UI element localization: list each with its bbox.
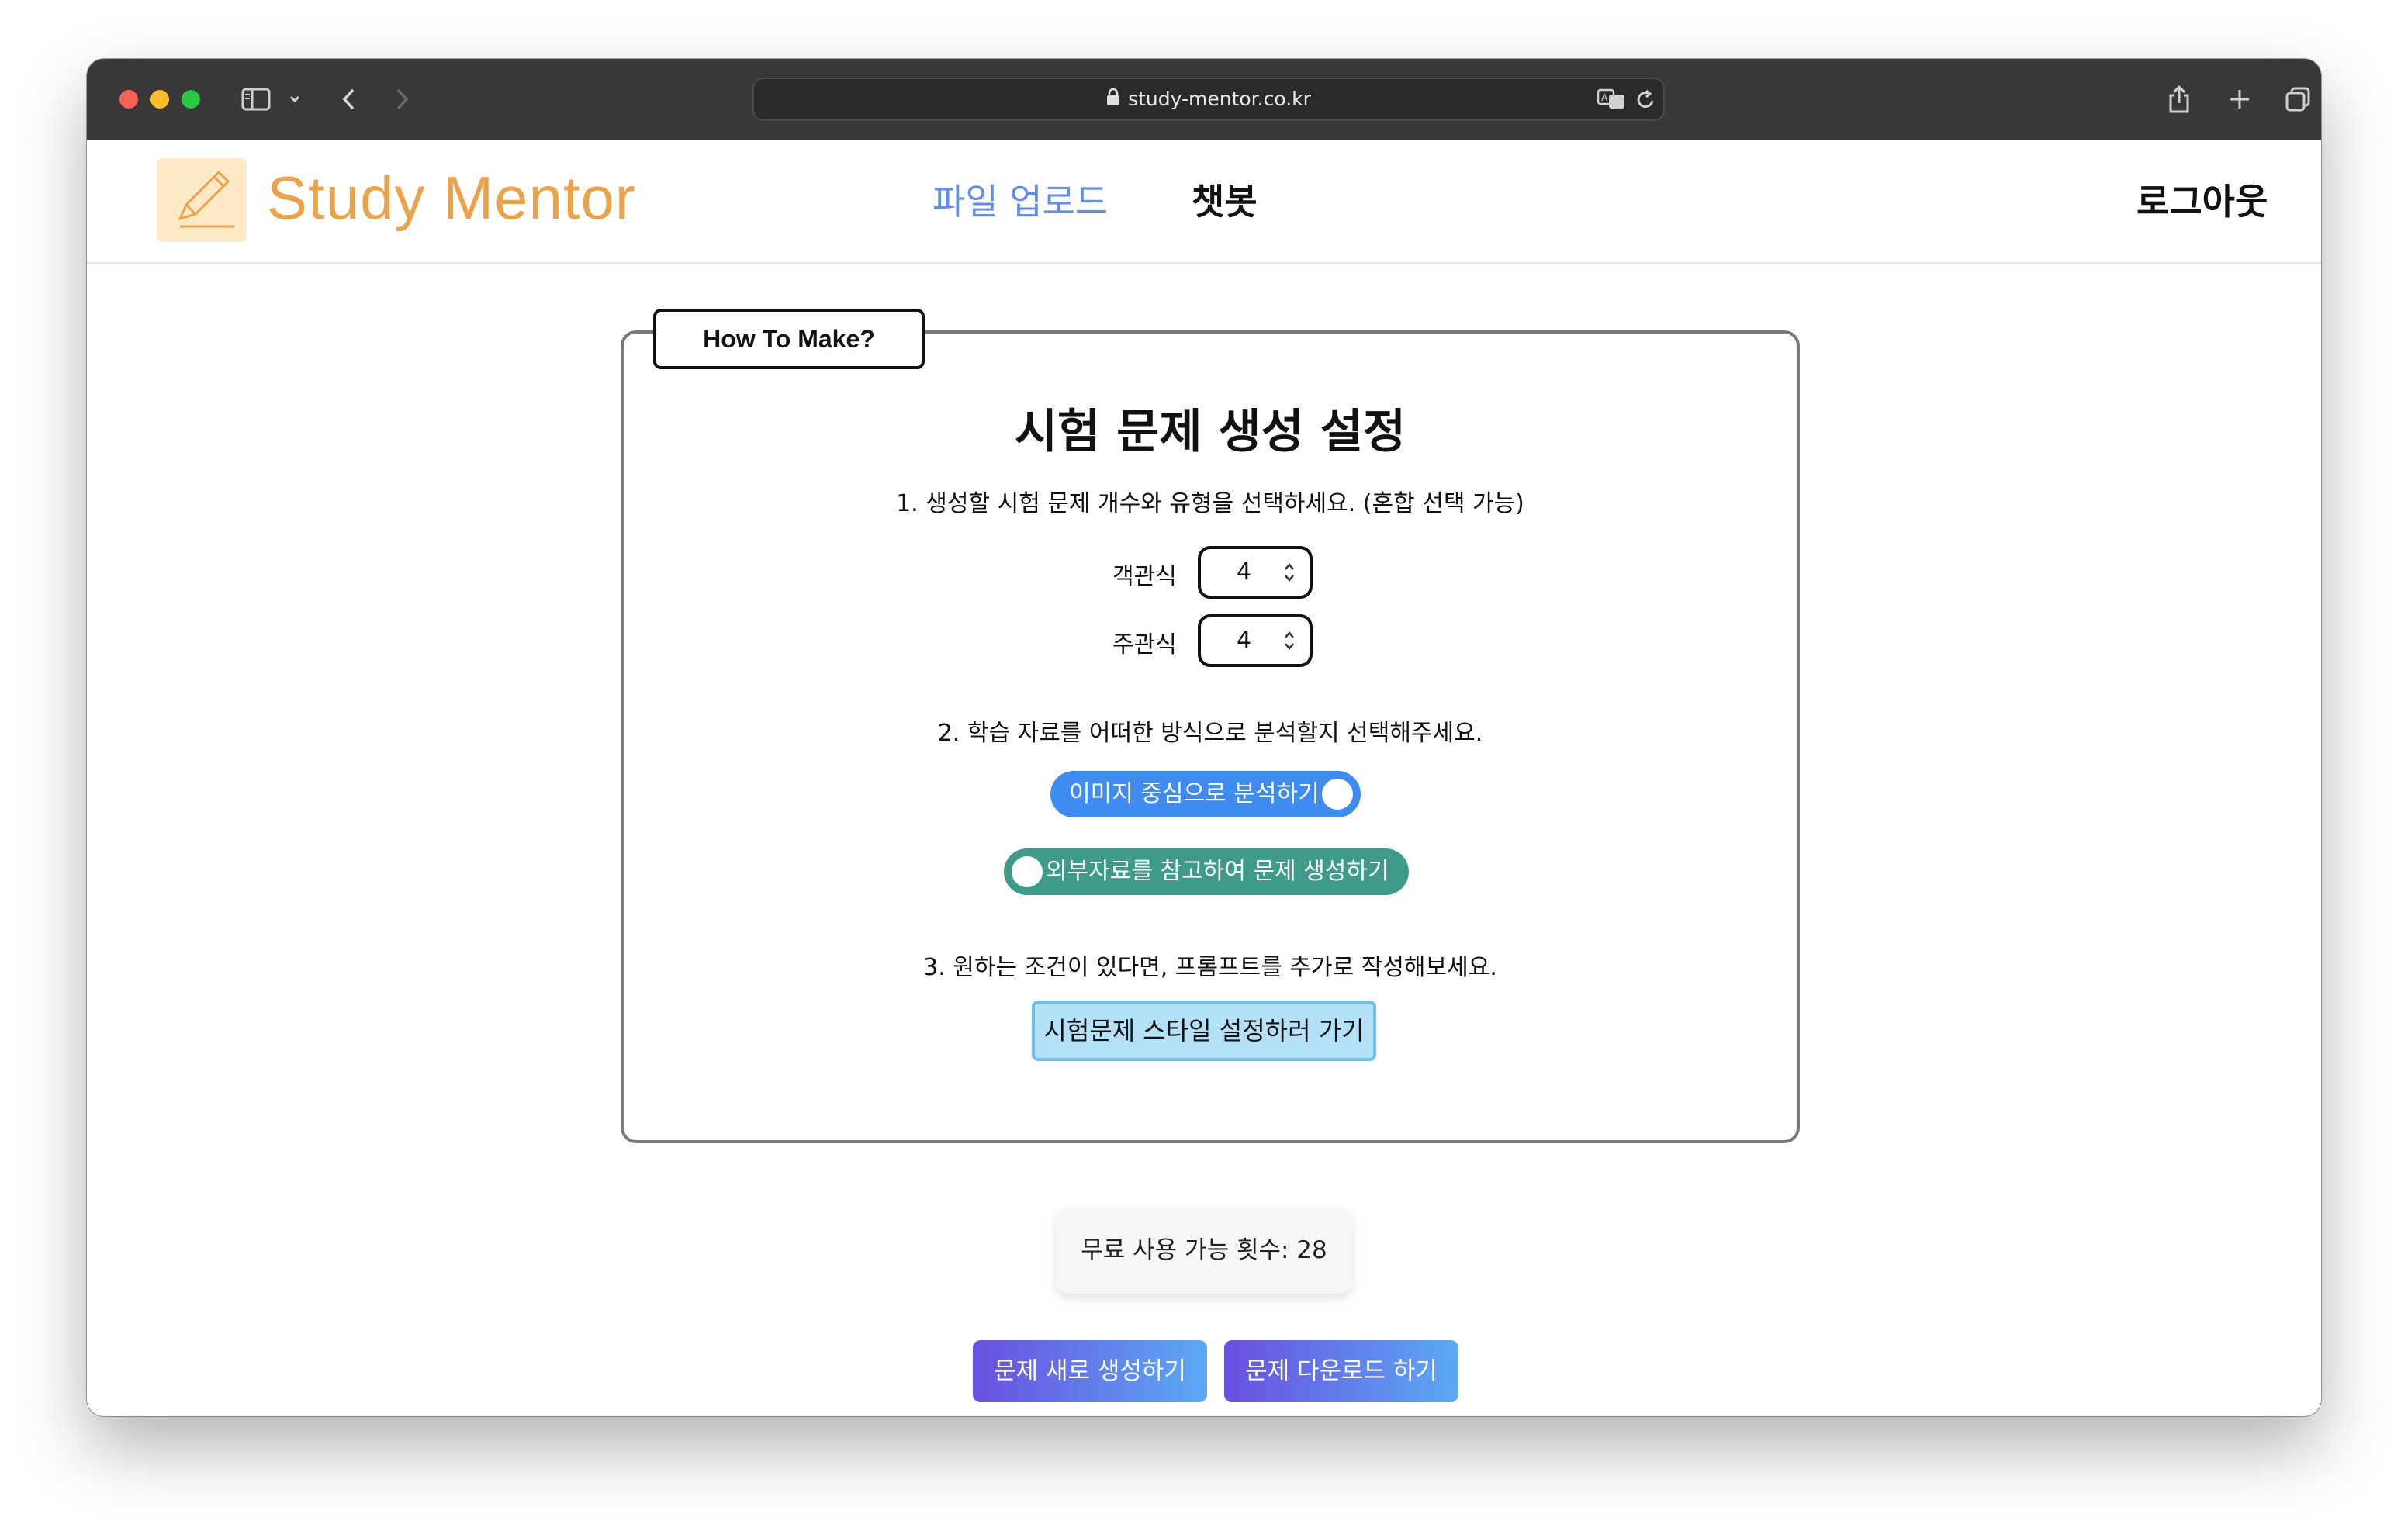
- reload-icon[interactable]: [1635, 88, 1657, 115]
- chevron-down-icon[interactable]: [285, 82, 304, 116]
- toggle-knob: [1322, 779, 1353, 810]
- logout-link[interactable]: 로그아웃: [2136, 174, 2268, 225]
- how-to-make-tag[interactable]: How To Make?: [653, 309, 925, 369]
- stepper-arrows-icon[interactable]: [1282, 628, 1297, 653]
- exam-style-settings-button[interactable]: 시험문제 스타일 설정하러 가기: [1032, 1001, 1376, 1061]
- svg-text:A: A: [1601, 92, 1608, 103]
- external-reference-toggle[interactable]: 외부자료를 참고하여 문제 생성하기: [1004, 848, 1409, 895]
- translate-icon[interactable]: A: [1597, 87, 1626, 115]
- minimize-window-button[interactable]: [150, 90, 169, 109]
- short-answer-count-input[interactable]: 4: [1198, 614, 1313, 667]
- toggle-knob: [1012, 856, 1043, 887]
- step-1-instruction: 1. 생성할 시험 문제 개수와 유형을 선택하세요. (혼합 선택 가능): [896, 490, 1524, 517]
- free-usage-count: 무료 사용 가능 횟수: 28: [1057, 1207, 1351, 1294]
- back-arrow-icon[interactable]: [337, 82, 360, 116]
- sidebar-toggle-icon[interactable]: [239, 82, 273, 116]
- logo-text[interactable]: Study Mentor: [267, 163, 636, 233]
- site-header: Study Mentor 파일 업로드 챗봇 로그아웃: [87, 140, 2321, 264]
- step-2-instruction: 2. 학습 자료를 어떠한 방식으로 분석할지 선택해주세요.: [937, 720, 1483, 747]
- short-answer-count-value: 4: [1237, 627, 1252, 654]
- lock-icon: [1106, 80, 1120, 120]
- forward-arrow-icon[interactable]: [391, 82, 414, 116]
- pencil-logo-icon[interactable]: [157, 158, 247, 242]
- multiple-choice-count-value: 4: [1237, 558, 1252, 586]
- multiple-choice-label: 객관식: [1112, 563, 1177, 590]
- stepper-arrows-icon[interactable]: [1282, 560, 1297, 585]
- regenerate-questions-button[interactable]: 문제 새로 생성하기: [973, 1340, 1207, 1402]
- step-3-instruction: 3. 원하는 조건이 있다면, 프롬프트를 추가로 작성해보세요.: [923, 954, 1497, 981]
- download-questions-button[interactable]: 문제 다운로드 하기: [1224, 1340, 1458, 1402]
- multiple-choice-count-input[interactable]: 4: [1198, 546, 1313, 599]
- browser-toolbar: study-mentor.co.kr A: [87, 59, 2321, 141]
- external-reference-toggle-label: 외부자료를 참고하여 문제 생성하기: [1046, 858, 1389, 885]
- nav-chatbot[interactable]: 챗봇: [1192, 174, 1258, 225]
- nav-file-upload[interactable]: 파일 업로드: [932, 174, 1108, 225]
- zoom-window-button[interactable]: [182, 90, 200, 109]
- page-title: 시험 문제 생성 설정: [1014, 405, 1406, 459]
- close-window-button[interactable]: [119, 90, 138, 109]
- short-answer-label: 주관식: [1112, 631, 1177, 658]
- browser-window: study-mentor.co.kr A Study Mentor 파일 업로드…: [87, 59, 2321, 1416]
- image-analysis-toggle[interactable]: 이미지 중심으로 분석하기: [1050, 771, 1361, 817]
- url-text: study-mentor.co.kr: [1128, 88, 1311, 110]
- image-analysis-toggle-label: 이미지 중심으로 분석하기: [1069, 780, 1320, 807]
- address-bar[interactable]: study-mentor.co.kr A: [752, 78, 1665, 121]
- share-icon[interactable]: [2166, 82, 2192, 116]
- new-tab-icon[interactable]: [2226, 82, 2253, 116]
- tab-overview-icon[interactable]: [2284, 82, 2312, 116]
